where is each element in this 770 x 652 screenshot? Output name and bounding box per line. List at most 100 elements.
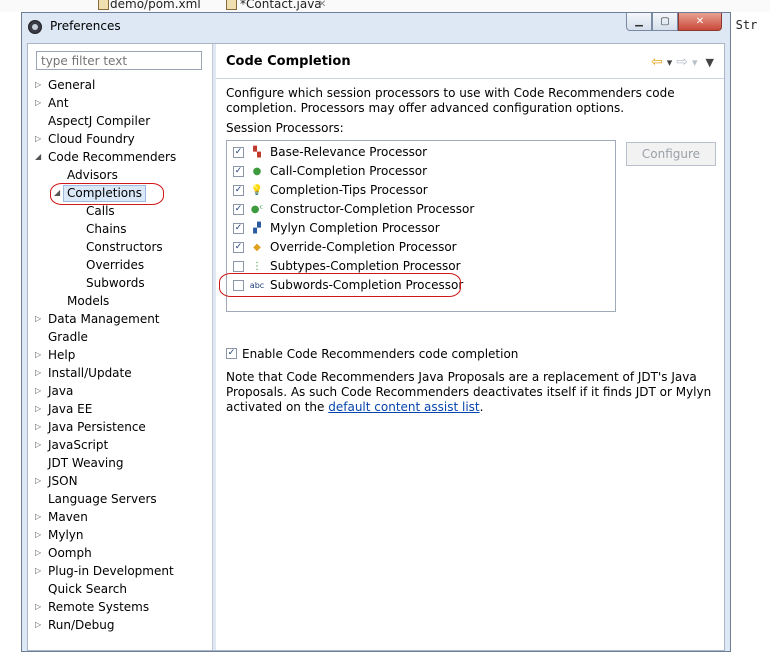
tree-item-remote-systems[interactable]: ▷ Remote Systems [28, 598, 212, 616]
expand-arrow-icon[interactable]: ▷ [35, 418, 43, 436]
editor-tab-pom[interactable]: demo/pom.xml [110, 0, 201, 11]
tree-item-label: Advisors [67, 168, 118, 182]
tab-close-icon[interactable]: ✕ [318, 0, 326, 10]
processor-label: Subwords-Completion Processor [270, 278, 464, 292]
tree-item-calls[interactable]: Calls [28, 202, 212, 220]
processor-checkbox[interactable] [233, 280, 244, 291]
tree-item-gradle[interactable]: Gradle [28, 328, 212, 346]
expand-arrow-icon[interactable]: ▷ [35, 562, 43, 580]
tree-item-chains[interactable]: Chains [28, 220, 212, 238]
default-content-assist-link[interactable]: default content assist list [328, 400, 479, 414]
view-menu-icon[interactable]: ▼ [706, 56, 714, 69]
expand-arrow-icon[interactable]: ▷ [35, 436, 43, 454]
tree-item-advisors[interactable]: Advisors [28, 166, 212, 184]
expand-arrow-icon[interactable]: ▷ [35, 598, 43, 616]
tree-item-completions[interactable]: ◢ Completions [28, 184, 212, 202]
xml-file-icon [98, 0, 109, 10]
page-title: Code Completion [226, 54, 351, 69]
expand-arrow-icon[interactable]: ▷ [35, 544, 43, 562]
tree-item-run-debug[interactable]: ▷ Run/Debug [28, 616, 212, 634]
dialog-content: ▷ General ▷ Ant AspectJ Compiler ▷ Cloud Found… [27, 43, 725, 651]
note-end: . [479, 400, 484, 414]
tree-item-maven[interactable]: ▷ Maven [28, 508, 212, 526]
tree-item-mylyn[interactable]: ▷ Mylyn [28, 526, 212, 544]
expand-arrow-icon[interactable]: ▷ [35, 526, 43, 544]
tree-item-code-recommenders[interactable]: ◢ Code Recommenders [28, 148, 212, 166]
expand-arrow-icon[interactable]: ▷ [35, 310, 43, 328]
tree-item-ant[interactable]: ▷ Ant [28, 94, 212, 112]
tree-item-plug-in-development[interactable]: ▷ Plug-in Development [28, 562, 212, 580]
collapse-arrow-icon[interactable]: ◢ [35, 148, 43, 166]
tree-item-constructors[interactable]: Constructors [28, 238, 212, 256]
preferences-dialog: Preferences ▁ ▢ ✕ ▷ General ▷ Ant AspectJ Co… [21, 12, 731, 652]
editor-tab-contact[interactable]: *Contact.java [240, 0, 322, 11]
expand-arrow-icon[interactable]: ▷ [35, 76, 43, 94]
tree-item-aspectj-compiler[interactable]: AspectJ Compiler [28, 112, 212, 130]
expand-arrow-icon[interactable]: ▷ [35, 130, 43, 148]
title-bar[interactable]: Preferences ▁ ▢ ✕ [22, 13, 730, 43]
tree-item-data-management[interactable]: ▷ Data Management [28, 310, 212, 328]
expand-arrow-icon[interactable]: ▷ [35, 382, 43, 400]
expand-arrow-icon[interactable]: ▷ [35, 472, 43, 490]
eclipse-icon [28, 20, 42, 34]
enable-checkbox[interactable]: ✓ [226, 348, 237, 359]
expand-arrow-icon[interactable]: ▷ [35, 364, 43, 382]
processor-checkbox[interactable]: ✓ [233, 242, 244, 253]
processor-checkbox[interactable]: ✓ [233, 185, 244, 196]
processor-label: Constructor-Completion Processor [270, 202, 475, 216]
tree-item-help[interactable]: ▷ Help [28, 346, 212, 364]
tree-item-label: JavaScript [48, 438, 109, 452]
tree-item-label: Ant [48, 96, 69, 110]
maximize-button[interactable]: ▢ [652, 13, 678, 31]
tree-item-label: Models [67, 294, 110, 308]
subtypes-icon: ⋮ [252, 261, 262, 272]
forward-dropdown-icon[interactable]: ▾ [692, 56, 698, 69]
tree-item-java[interactable]: ▷ Java [28, 382, 212, 400]
processor-checkbox[interactable]: ✓ [233, 223, 244, 234]
expand-arrow-icon[interactable]: ▷ [35, 508, 43, 526]
session-processors-list: ✓ ▚ Base-Relevance Processor ✓ ● Call-Complet… [226, 140, 616, 312]
expand-arrow-icon[interactable]: ▷ [35, 616, 43, 634]
preference-tree: ▷ General ▷ Ant AspectJ Compiler ▷ Cloud Found… [28, 76, 212, 634]
configure-button[interactable]: Configure [626, 142, 716, 166]
abc-icon: abc [249, 281, 265, 290]
filter-input[interactable] [36, 51, 202, 70]
back-arrow-icon[interactable]: ⇦ [651, 54, 663, 70]
processor-label: Completion-Tips Processor [270, 183, 428, 197]
tree-item-label: Quick Search [48, 582, 127, 596]
expand-arrow-icon[interactable]: ▷ [35, 400, 43, 418]
tree-item-label: Java Persistence [48, 420, 146, 434]
maximize-icon: ▢ [660, 16, 670, 27]
tree-item-overrides[interactable]: Overrides [28, 256, 212, 274]
forward-arrow-icon[interactable]: ⇨ [676, 54, 688, 70]
minimize-button[interactable]: ▁ [626, 13, 652, 31]
processor-checkbox[interactable]: ✓ [233, 166, 244, 177]
tree-item-jdt-weaving[interactable]: JDT Weaving [28, 454, 212, 472]
tree-item-java-ee[interactable]: ▷ Java EE [28, 400, 212, 418]
back-dropdown-icon[interactable]: ▾ [667, 56, 673, 69]
tree-item-label: Gradle [48, 330, 88, 344]
tree-item-javascript[interactable]: ▷ JavaScript [28, 436, 212, 454]
expand-arrow-icon[interactable]: ▷ [35, 346, 43, 364]
mylyn-icon: ▞ [253, 223, 261, 234]
expand-arrow-icon[interactable]: ▷ [35, 94, 43, 112]
tree-item-subwords[interactable]: Subwords [28, 274, 212, 292]
tree-item-java-persistence[interactable]: ▷ Java Persistence [28, 418, 212, 436]
tree-item-models[interactable]: Models [28, 292, 212, 310]
tree-item-language-servers[interactable]: Language Servers [28, 490, 212, 508]
tree-item-cloud-foundry[interactable]: ▷ Cloud Foundry [28, 130, 212, 148]
tree-item-oomph[interactable]: ▷ Oomph [28, 544, 212, 562]
processor-checkbox[interactable]: ✓ [233, 204, 244, 215]
close-button[interactable]: ✕ [678, 13, 722, 31]
collapse-arrow-icon[interactable]: ◢ [54, 184, 62, 202]
tree-item-label: Chains [86, 222, 127, 236]
processor-checkbox[interactable]: ✓ [233, 147, 244, 158]
tree-item-quick-search[interactable]: Quick Search [28, 580, 212, 598]
tree-item-label: Language Servers [48, 492, 157, 506]
tree-item-json[interactable]: ▷ JSON [28, 472, 212, 490]
preference-page: Code Completion ⇦ ▾ ⇨ ▾ ▼ Configure whic… [216, 44, 724, 650]
tree-item-install-update[interactable]: ▷ Install/Update [28, 364, 212, 382]
processor-checkbox[interactable] [233, 261, 244, 272]
tree-item-label: General [48, 78, 96, 92]
tree-item-general[interactable]: ▷ General [28, 76, 212, 94]
